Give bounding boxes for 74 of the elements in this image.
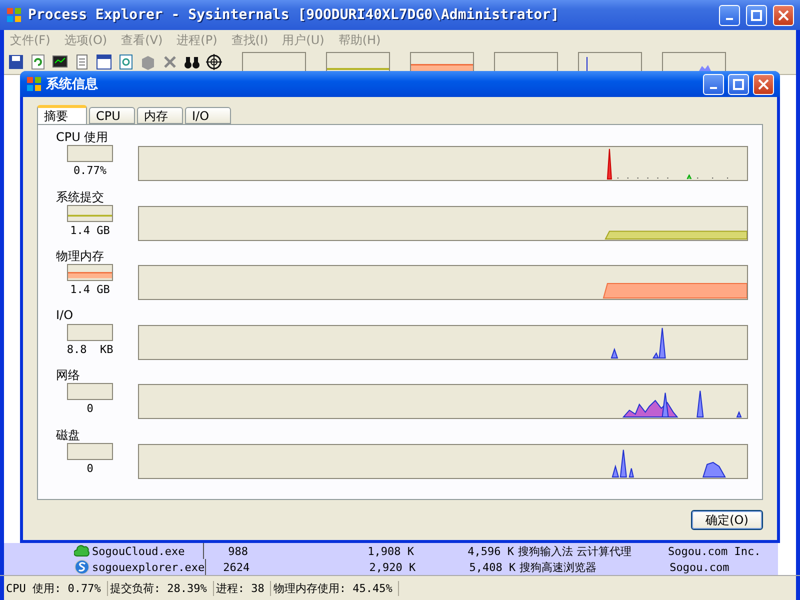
mini-graph <box>67 324 113 340</box>
binoculars-icon[interactable] <box>184 54 200 70</box>
graph-value: 0 <box>86 402 94 415</box>
table-cell-text: 2624 <box>222 560 250 574</box>
mini-graph[interactable] <box>410 52 474 72</box>
mini-graph[interactable] <box>494 52 558 72</box>
graph-value: 0 <box>86 462 94 474</box>
mini-graph <box>67 145 113 162</box>
document-icon[interactable] <box>74 54 90 70</box>
status-item: 进程: 38 <box>214 580 272 596</box>
close-button[interactable] <box>753 74 774 94</box>
graph-label: CPU 使用 <box>56 129 110 145</box>
tab[interactable]: 摘要 <box>37 105 87 125</box>
kill-icon[interactable] <box>162 54 178 70</box>
minimize-button[interactable] <box>719 4 740 26</box>
graph-value: 8.8 KB <box>66 342 114 356</box>
maximize-icon <box>751 10 762 20</box>
graph-value: 0.77% <box>73 164 107 177</box>
tab[interactable]: 内存 <box>137 107 183 124</box>
process-row[interactable]: sogouexplorer.exe 2624 2,920 K 5,408 K 搜狗高速浏览器 Sogou.com <box>4 559 778 575</box>
table-cell-text: 搜狗高速浏览器 <box>518 560 598 574</box>
window-icon[interactable] <box>96 54 112 70</box>
graph-label: 网络 <box>56 367 81 383</box>
maximize-button[interactable] <box>746 4 767 26</box>
save-icon[interactable] <box>8 54 24 70</box>
mini-graph <box>67 383 113 400</box>
close-icon <box>778 10 789 20</box>
minimize-icon <box>710 87 717 89</box>
table-cell-text: 4,596 K <box>466 544 514 558</box>
process-name: sogouexplorer.exe <box>92 560 205 574</box>
mini-graph[interactable] <box>662 52 726 72</box>
window-title: Process Explorer - Sysinternals [9OODURI40XL7DG0\Administrator] <box>28 7 560 23</box>
mini-graph[interactable] <box>242 52 306 72</box>
close-icon <box>758 78 769 90</box>
graph-label: I/O <box>56 308 74 324</box>
close-button[interactable] <box>773 4 794 26</box>
process-row[interactable]: SogouCloud.exe 988 1,908 K 4,596 K 搜狗输入法 云计算代理 Sogou.com Inc. <box>4 543 778 559</box>
graph-label: 磁盘 <box>56 426 81 442</box>
tab[interactable]: CPU <box>89 107 135 124</box>
maximize-button[interactable] <box>728 74 749 94</box>
minimize-button[interactable] <box>703 74 724 94</box>
table-cell-text: Sogou.com Inc. <box>668 544 762 558</box>
mini-graph[interactable] <box>578 52 642 72</box>
graph-label: 物理内存 <box>56 248 105 264</box>
table-cell-text: 1,908 K <box>366 544 414 558</box>
status-item: 提交负荷: 28.39% <box>108 580 214 596</box>
maximize-icon <box>733 78 744 90</box>
graph-label: 系统提交 <box>56 188 105 204</box>
mini-graph <box>67 442 113 460</box>
table-cell-text: 2,920 K <box>368 560 416 574</box>
dialog-title: 系统信息 <box>46 76 99 93</box>
mini-graph <box>67 204 113 222</box>
status-item: CPU 使用: 0.77% <box>4 580 108 596</box>
mini-graph <box>67 264 113 281</box>
target-icon[interactable] <box>206 54 222 70</box>
cloud-icon <box>74 544 90 558</box>
table-cell-text: 5,408 K <box>468 560 516 574</box>
minimize-icon <box>726 18 733 20</box>
s-logo-icon <box>74 559 90 575</box>
monitor-icon[interactable] <box>52 54 68 70</box>
app-icon <box>26 76 42 92</box>
refresh-icon[interactable] <box>30 54 46 70</box>
ok-button[interactable]: 确定(O) <box>691 510 763 530</box>
app-icon <box>6 7 22 23</box>
table-cell-text: 988 <box>227 544 248 558</box>
mini-graph[interactable] <box>326 52 390 72</box>
table-cell-text: 搜狗输入法 云计算代理 <box>517 544 632 558</box>
search-icon[interactable] <box>118 54 134 70</box>
graph-value: 1.4 GB <box>70 224 110 236</box>
status-item: 物理内存使用: 45.45% <box>271 580 400 596</box>
graph-value: 1.4 GB <box>70 283 110 296</box>
process-name: SogouCloud.exe <box>92 544 185 558</box>
tab[interactable]: I/O <box>185 107 231 124</box>
table-cell-text: Sogou.com <box>670 560 730 574</box>
